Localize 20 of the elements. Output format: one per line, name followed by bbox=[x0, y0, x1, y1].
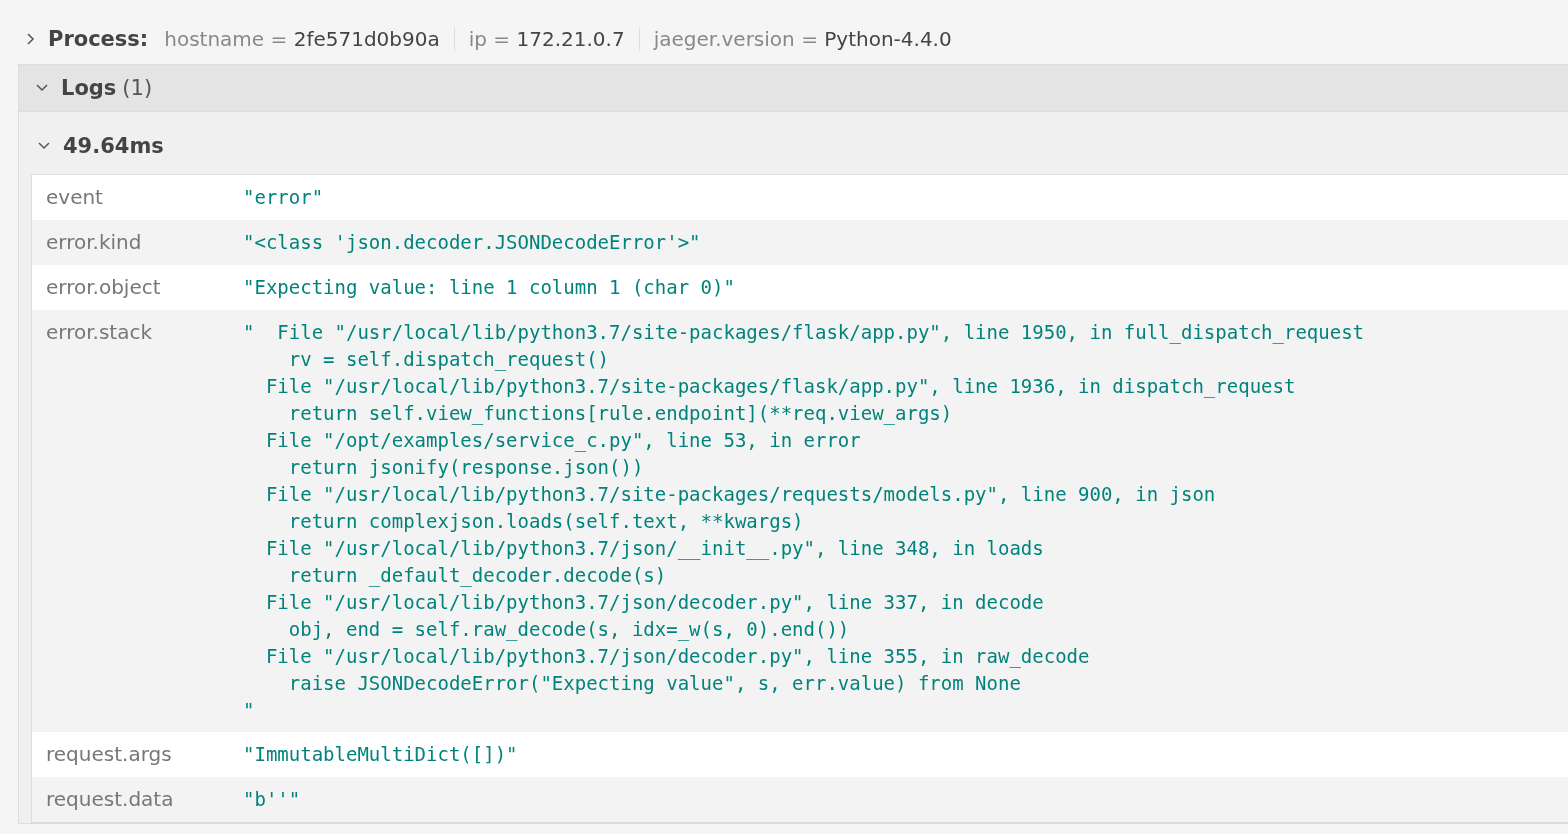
field-value: "Expecting value: line 1 column 1 (char 0)" bbox=[243, 275, 735, 300]
logs-title: Logs bbox=[61, 76, 117, 100]
field-value: "error" bbox=[243, 185, 324, 210]
field-key: error.stack bbox=[46, 318, 153, 724]
process-tag: ip = 172.21.0.7 bbox=[468, 27, 640, 51]
field-value: "ImmutableMultiDict([])" bbox=[243, 742, 518, 767]
process-tag: hostname = 2fe571d0b90a bbox=[164, 27, 455, 51]
field-key: error.kind bbox=[46, 228, 142, 257]
field-value: " File "/usr/local/lib/python3.7/site-packages/flask/app.py", line 1950, in full_dispatch_request rv = self.dispatch_request() File "/usr/local/lib/python3.7/site-packages/flask/app.py", line 1936, in dispatch_request return self.view_functions[rule.endpoint](**req.view_args) File "/opt/examples/service_c.py", line 53, in error return jsonify(response.json()) File "/usr/local/lib/python3.7/site-packages/requests/models.py", line 900, in json return complexjson.loads(self.text, **kwargs) File "/usr/local/lib/python3.7/json/__init__.py", line 348, in loads return _default_decoder.decode(s) File "/usr/local/lib/python3.7/json/decoder.py", line 337, in decode obj, end = self.raw_decode(s, idx=_w(s, 0).end()) File "/usr/local/lib/python3.7/json/decoder.py", line 355, in raw_decode raise JSONDecodeError("Expecting value", s, err.value) from None " bbox=[243, 320, 1365, 723]
logs-header[interactable]: Logs (1) bbox=[19, 65, 1568, 112]
logs-count: (1) bbox=[122, 76, 153, 100]
process-tag: jaeger.version = Python-4.4.0 bbox=[653, 27, 966, 51]
field-key: request.data bbox=[46, 785, 174, 814]
field-key: request.args bbox=[46, 740, 172, 769]
field-key: event bbox=[46, 183, 103, 212]
process-label: Process: bbox=[48, 27, 149, 51]
field-value: "b''" bbox=[243, 787, 301, 812]
log-timestamp[interactable]: 49.64ms bbox=[63, 134, 164, 158]
field-key: error.object bbox=[46, 273, 161, 302]
field-value: "<class 'json.decoder.JSONDecodeError'>" bbox=[243, 230, 701, 255]
